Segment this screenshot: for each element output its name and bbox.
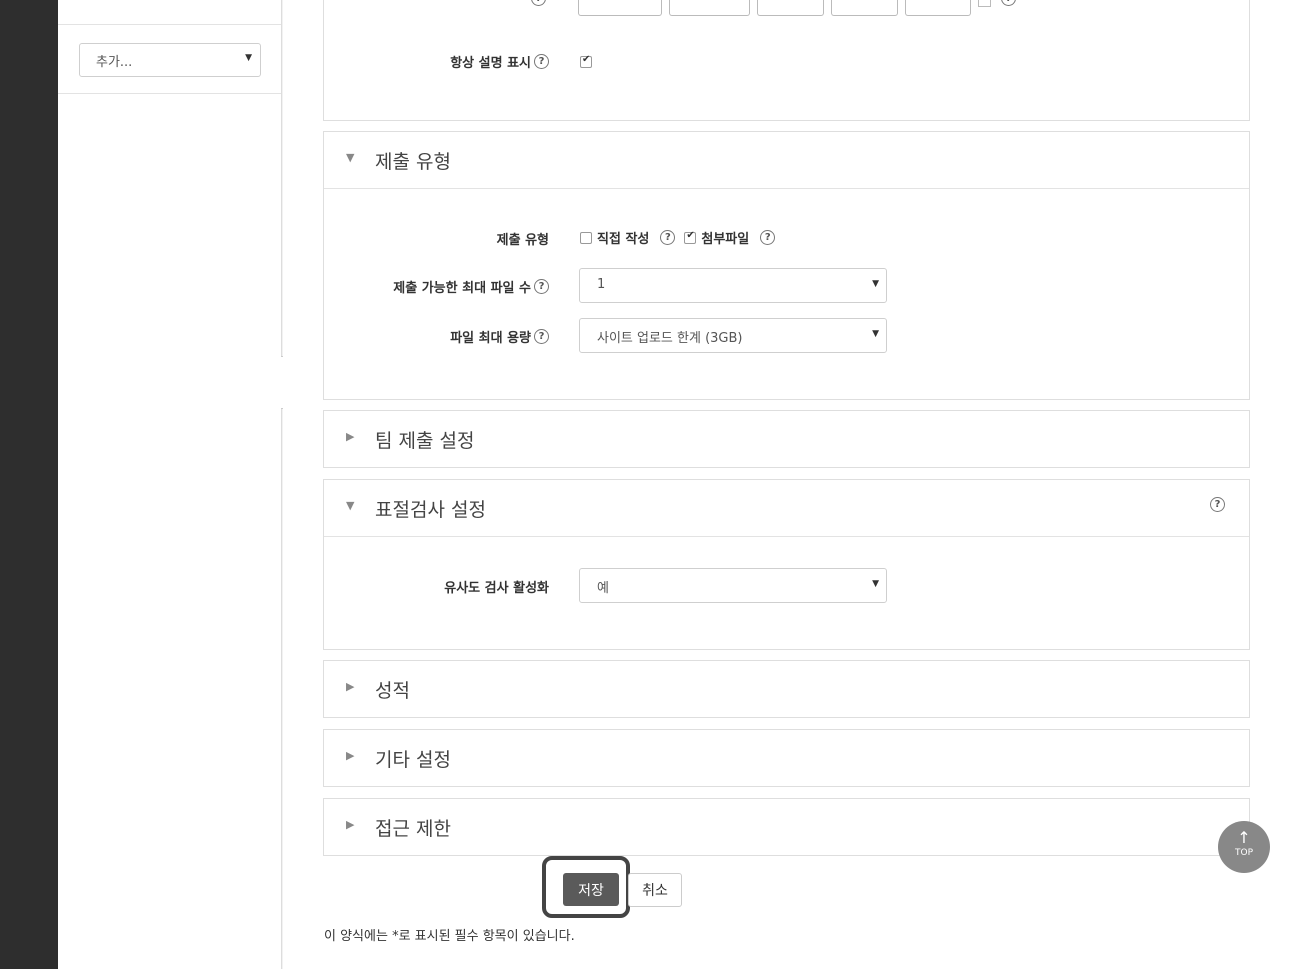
left-dark-bar xyxy=(0,0,58,969)
sidebar-divider-bottom xyxy=(58,93,281,94)
date-month-select[interactable] xyxy=(669,0,750,16)
chevron-down-icon: ▼ xyxy=(872,579,879,589)
always-show-description-checkbox[interactable] xyxy=(580,54,592,68)
date-hour-select[interactable] xyxy=(831,0,898,16)
section-header-plagiarism[interactable]: ▼ 표절검사 설정 ? xyxy=(324,480,1249,537)
chevron-down-icon: ▼ xyxy=(245,53,252,63)
section-header-team-submission[interactable]: ▶ 팀 제출 설정 xyxy=(324,411,1249,468)
chevron-down-icon: ▼ xyxy=(872,329,879,339)
max-files-text: 제출 가능한 최대 파일 수 xyxy=(393,281,531,296)
help-icon[interactable]: ? xyxy=(534,329,549,344)
collapsed-triangle-icon: ▶ xyxy=(346,818,355,831)
always-show-description-label: 항상 설명 표시 ? xyxy=(450,52,549,71)
file-submission-checkbox[interactable] xyxy=(684,230,697,244)
back-to-top-label: TOP xyxy=(1234,848,1253,858)
left-sidebar: 추가... ▼ xyxy=(58,0,282,969)
section-team-submission: ▶ 팀 제출 설정 xyxy=(323,410,1250,468)
max-size-value: 사이트 업로드 한계 (3GB) xyxy=(597,331,743,346)
section-header-other-settings[interactable]: ▶ 기타 설정 xyxy=(324,730,1249,787)
section-appearance: ? ? 항상 설명 표시 ? xyxy=(323,0,1250,121)
submission-type-label: 제출 유형 xyxy=(497,229,549,248)
calendar-icon[interactable] xyxy=(978,0,991,7)
submission-type-options: 직접 작성 ? 첨부파일 ? xyxy=(580,228,776,247)
similarity-check-label: 유사도 검사 활성화 xyxy=(444,577,549,596)
help-icon[interactable]: ? xyxy=(534,54,549,69)
help-icon[interactable]: ? xyxy=(531,0,546,6)
section-access-restriction: ▶ 접근 제한 xyxy=(323,798,1250,856)
cancel-button[interactable]: 취소 xyxy=(628,873,682,907)
collapsed-triangle-icon: ▶ xyxy=(346,680,355,693)
help-icon[interactable]: ? xyxy=(534,279,549,294)
online-text-label: 직접 작성 xyxy=(597,232,650,247)
help-icon[interactable]: ? xyxy=(660,230,676,245)
expanded-triangle-icon: ▼ xyxy=(346,151,355,164)
section-title: 성적 xyxy=(375,680,410,702)
max-size-label: 파일 최대 용량 ? xyxy=(450,327,549,346)
always-show-description-text: 항상 설명 표시 xyxy=(450,56,531,71)
similarity-check-value: 예 xyxy=(597,581,609,596)
section-title: 팀 제출 설정 xyxy=(375,430,475,452)
similarity-check-text: 유사도 검사 활성화 xyxy=(444,581,549,596)
date-minute-select[interactable] xyxy=(905,0,971,16)
help-icon[interactable]: ? xyxy=(1210,497,1225,512)
date-day-select[interactable] xyxy=(578,0,662,16)
save-button[interactable]: 저장 xyxy=(563,873,619,906)
expanded-triangle-icon: ▼ xyxy=(346,499,355,512)
chevron-down-icon: ▼ xyxy=(872,279,879,289)
sidebar-divider-top xyxy=(58,24,281,25)
add-block-select[interactable]: 추가... ▼ xyxy=(79,43,261,77)
help-icon[interactable]: ? xyxy=(1001,0,1016,6)
back-to-top-button[interactable]: ↑ TOP xyxy=(1218,821,1270,873)
section-title: 기타 설정 xyxy=(375,749,451,771)
section-header-submission-types[interactable]: ▼ 제출 유형 xyxy=(324,132,1249,189)
section-header-grade[interactable]: ▶ 성적 xyxy=(324,661,1249,718)
arrow-up-icon: ↑ xyxy=(1237,828,1251,847)
max-files-select[interactable]: 1 ▼ xyxy=(579,268,887,303)
add-block-select-value: 추가... xyxy=(96,55,133,70)
main-content: ? ? 항상 설명 표시 ? ▼ 제출 유형 제출 유형 직접 작성 ? 첨부파… xyxy=(283,0,1290,969)
required-fields-note: 이 양식에는 *로 표시된 필수 항목이 있습니다. xyxy=(324,929,575,944)
max-size-text: 파일 최대 용량 xyxy=(450,331,531,346)
section-plagiarism: ▼ 표절검사 설정 ? 유사도 검사 활성화 예 ▼ xyxy=(323,479,1250,650)
section-other-settings: ▶ 기타 설정 xyxy=(323,729,1250,787)
file-submission-label: 첨부파일 xyxy=(701,232,750,247)
help-icon[interactable]: ? xyxy=(760,230,776,245)
section-title: 제출 유형 xyxy=(375,151,451,173)
section-title: 접근 제한 xyxy=(375,818,451,840)
section-header-access-restriction[interactable]: ▶ 접근 제한 xyxy=(324,799,1249,856)
section-grade: ▶ 성적 xyxy=(323,660,1250,718)
date-year-select[interactable] xyxy=(757,0,824,16)
collapsed-triangle-icon: ▶ xyxy=(346,430,355,443)
max-files-label: 제출 가능한 최대 파일 수 ? xyxy=(393,277,549,296)
section-submission-types: ▼ 제출 유형 제출 유형 직접 작성 ? 첨부파일 ? 제출 가능한 최대 파… xyxy=(323,131,1250,400)
collapsed-triangle-icon: ▶ xyxy=(346,749,355,762)
online-text-checkbox[interactable] xyxy=(580,231,592,244)
section-title: 표절검사 설정 xyxy=(375,499,486,521)
max-size-select[interactable]: 사이트 업로드 한계 (3GB) ▼ xyxy=(579,318,887,353)
similarity-check-select[interactable]: 예 ▼ xyxy=(579,568,887,603)
max-files-value: 1 xyxy=(597,277,606,292)
submission-type-text: 제출 유형 xyxy=(496,233,549,248)
